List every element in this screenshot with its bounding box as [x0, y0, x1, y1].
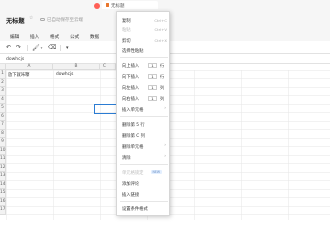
ctx-clear[interactable]: 清除 ›	[117, 153, 171, 161]
ctx-insert-row-below-count[interactable]: 1	[148, 73, 157, 79]
toolbar-divider	[60, 45, 61, 51]
menu-edit[interactable]: 编辑	[10, 34, 19, 40]
ctx-cut-label: 剪切	[122, 38, 131, 44]
ctx-cut-shortcut: Ctrl+X	[154, 37, 167, 43]
ctx-insert-link[interactable]: 插入链接	[117, 190, 171, 198]
ctx-paste-special[interactable]: 选择性粘贴	[117, 46, 171, 54]
ctx-clear-label: 清除	[122, 155, 131, 161]
ctx-separator	[120, 57, 168, 58]
ctx-insert-col-right-label: 向右插入	[122, 96, 140, 102]
selected-cell-c5[interactable]	[94, 104, 118, 114]
cloud-icon	[40, 18, 45, 21]
ctx-copy[interactable]: 复制 Ctrl+C	[117, 16, 171, 24]
redo-icon[interactable]: ↷	[16, 44, 21, 52]
ctx-unit-col: 列	[160, 95, 165, 101]
ctx-cell-lock-label: 单元格锁定	[122, 170, 144, 176]
ctx-cond-format-label: 设置条件格式	[122, 206, 148, 212]
ctx-unit-col: 列	[160, 84, 165, 90]
ctx-copy-shortcut: Ctrl+C	[154, 17, 167, 23]
menu-insert[interactable]: 插入	[30, 34, 39, 40]
ctx-cell-lock[interactable]: 单元格锁定 NEW	[117, 168, 171, 176]
ctx-separator	[120, 201, 168, 202]
document-title[interactable]: 无标题	[6, 16, 25, 25]
ctx-unit-row: 行	[160, 62, 165, 68]
ctx-insert-col-left-count[interactable]: 1	[148, 84, 157, 90]
save-status: 已自动保存至云端	[40, 17, 83, 23]
new-badge: NEW	[151, 169, 162, 174]
star-icon[interactable]: ☆	[29, 16, 33, 21]
ctx-insert-col-left-label: 向左插入	[122, 85, 140, 91]
toolbar-divider	[27, 45, 28, 51]
ctx-delete-col-label: 删除第 C 列	[122, 133, 145, 139]
window-close-icon[interactable]	[94, 3, 100, 9]
formula-bar-value: dowhcjs	[6, 57, 25, 62]
ctx-insert-cells-label: 插入单元格	[122, 107, 144, 113]
undo-icon[interactable]: ↶	[6, 44, 11, 52]
more-icon[interactable]: ▾	[66, 44, 69, 52]
context-menu: 复制 Ctrl+C 粘贴 Ctrl+V 剪切 Ctrl+X 选择性粘贴 向上插入…	[116, 11, 170, 216]
chevron-right-icon: ›	[164, 143, 166, 148]
ctx-insert-row-below-label: 向下插入	[122, 74, 140, 80]
ctx-unit-row: 行	[160, 73, 165, 79]
ctx-delete-cells-label: 删除单元格	[122, 144, 144, 150]
cell-b1[interactable]: dowhcjs	[56, 72, 73, 77]
chevron-right-icon: ›	[164, 106, 166, 111]
ctx-delete-cells[interactable]: 删除单元格 ›	[117, 142, 171, 150]
ctx-add-comment[interactable]: 添加评论	[117, 179, 171, 187]
ctx-insert-row-above-label: 向上插入	[122, 63, 140, 69]
ctx-insert-row-above-count[interactable]: 1	[148, 62, 157, 68]
ctx-copy-label: 复制	[122, 18, 131, 24]
cell-a1[interactable]: 放下就咔嚓	[8, 72, 29, 78]
menu-data[interactable]: 数据	[90, 34, 99, 40]
menu-format[interactable]: 格式	[50, 34, 59, 40]
ctx-cond-format[interactable]: 设置条件格式	[117, 204, 171, 212]
ctx-paste-label: 粘贴	[122, 27, 131, 33]
eraser-icon[interactable]: ⌫	[48, 44, 56, 52]
ctx-insert-link-label: 插入链接	[122, 192, 140, 198]
ctx-insert-row-above[interactable]: 向上插入 1 行	[117, 61, 171, 69]
ctx-cut[interactable]: 剪切 Ctrl+X	[117, 36, 171, 44]
ctx-insert-col-left[interactable]: 向左插入 1 列	[117, 83, 171, 91]
ctx-delete-row[interactable]: 删除第 5 行	[117, 120, 171, 128]
ctx-insert-col-right[interactable]: 向右插入 1 列	[117, 94, 171, 102]
menu-formula[interactable]: 公式	[70, 34, 79, 40]
tab-title: 无标题	[111, 3, 125, 9]
ctx-insert-col-right-count[interactable]: 1	[148, 95, 157, 101]
ctx-paste-special-label: 选择性粘贴	[122, 48, 144, 54]
ctx-paste[interactable]: 粘贴 Ctrl+V	[117, 25, 171, 33]
ctx-separator	[120, 116, 168, 117]
ctx-separator	[120, 164, 168, 165]
browser-tab[interactable]: 无标题	[102, 1, 158, 9]
sheet-file-icon	[106, 3, 109, 7]
ctx-insert-cells[interactable]: 插入单元格 ›	[117, 105, 171, 113]
ctx-insert-row-below[interactable]: 向下插入 1 行	[117, 72, 171, 80]
ctx-delete-col[interactable]: 删除第 C 列	[117, 131, 171, 139]
save-status-text: 已自动保存至云端	[47, 18, 83, 23]
ctx-paste-shortcut: Ctrl+V	[154, 26, 167, 32]
chevron-right-icon: ›	[164, 154, 166, 159]
ctx-delete-row-label: 删除第 5 行	[122, 122, 145, 128]
ctx-add-comment-label: 添加评论	[122, 181, 140, 187]
paint-format-icon[interactable]: 🖌▾	[32, 44, 42, 53]
